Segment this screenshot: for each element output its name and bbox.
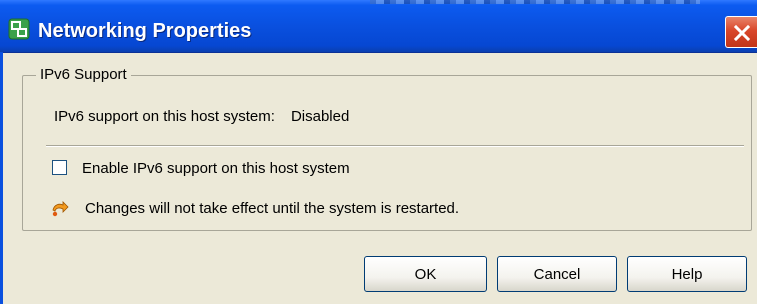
restart-note: Changes will not take effect until the s… <box>85 200 460 217</box>
help-button[interactable]: Help <box>627 256 747 292</box>
ipv6-status-value: Disabled <box>290 108 350 125</box>
window-left-border <box>0 52 3 304</box>
close-icon <box>733 24 751 42</box>
close-button[interactable] <box>725 16 757 48</box>
group-divider <box>46 145 744 147</box>
enable-ipv6-label[interactable]: Enable IPv6 support on this host system <box>82 160 350 177</box>
enable-ipv6-checkbox[interactable] <box>52 160 67 175</box>
groupbox-legend: IPv6 Support <box>36 66 131 83</box>
ipv6-status-label: IPv6 support on this host system: <box>54 108 275 125</box>
networking-properties-dialog: Networking Properties IPv6 Support IPv6 … <box>0 0 757 304</box>
window-title: Networking Properties <box>38 20 252 42</box>
warning-arrow-icon <box>51 201 69 217</box>
background-window-strip <box>370 0 700 4</box>
network-properties-icon <box>8 18 30 40</box>
ipv6-status-line: IPv6 support on this host system: Disable… <box>54 108 349 125</box>
ok-button[interactable]: OK <box>364 256 487 292</box>
title-bar[interactable]: Networking Properties <box>0 0 757 53</box>
cancel-button[interactable]: Cancel <box>497 256 617 292</box>
